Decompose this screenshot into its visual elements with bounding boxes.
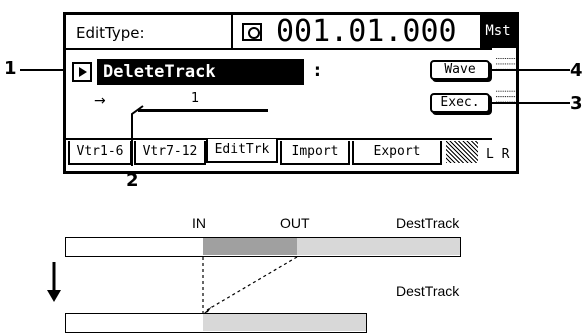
track-after: [65, 313, 367, 333]
dest-track-label-bottom: DestTrack: [396, 283, 460, 299]
move-connectors: [202, 256, 298, 314]
track-after-remaining: [203, 314, 366, 331]
